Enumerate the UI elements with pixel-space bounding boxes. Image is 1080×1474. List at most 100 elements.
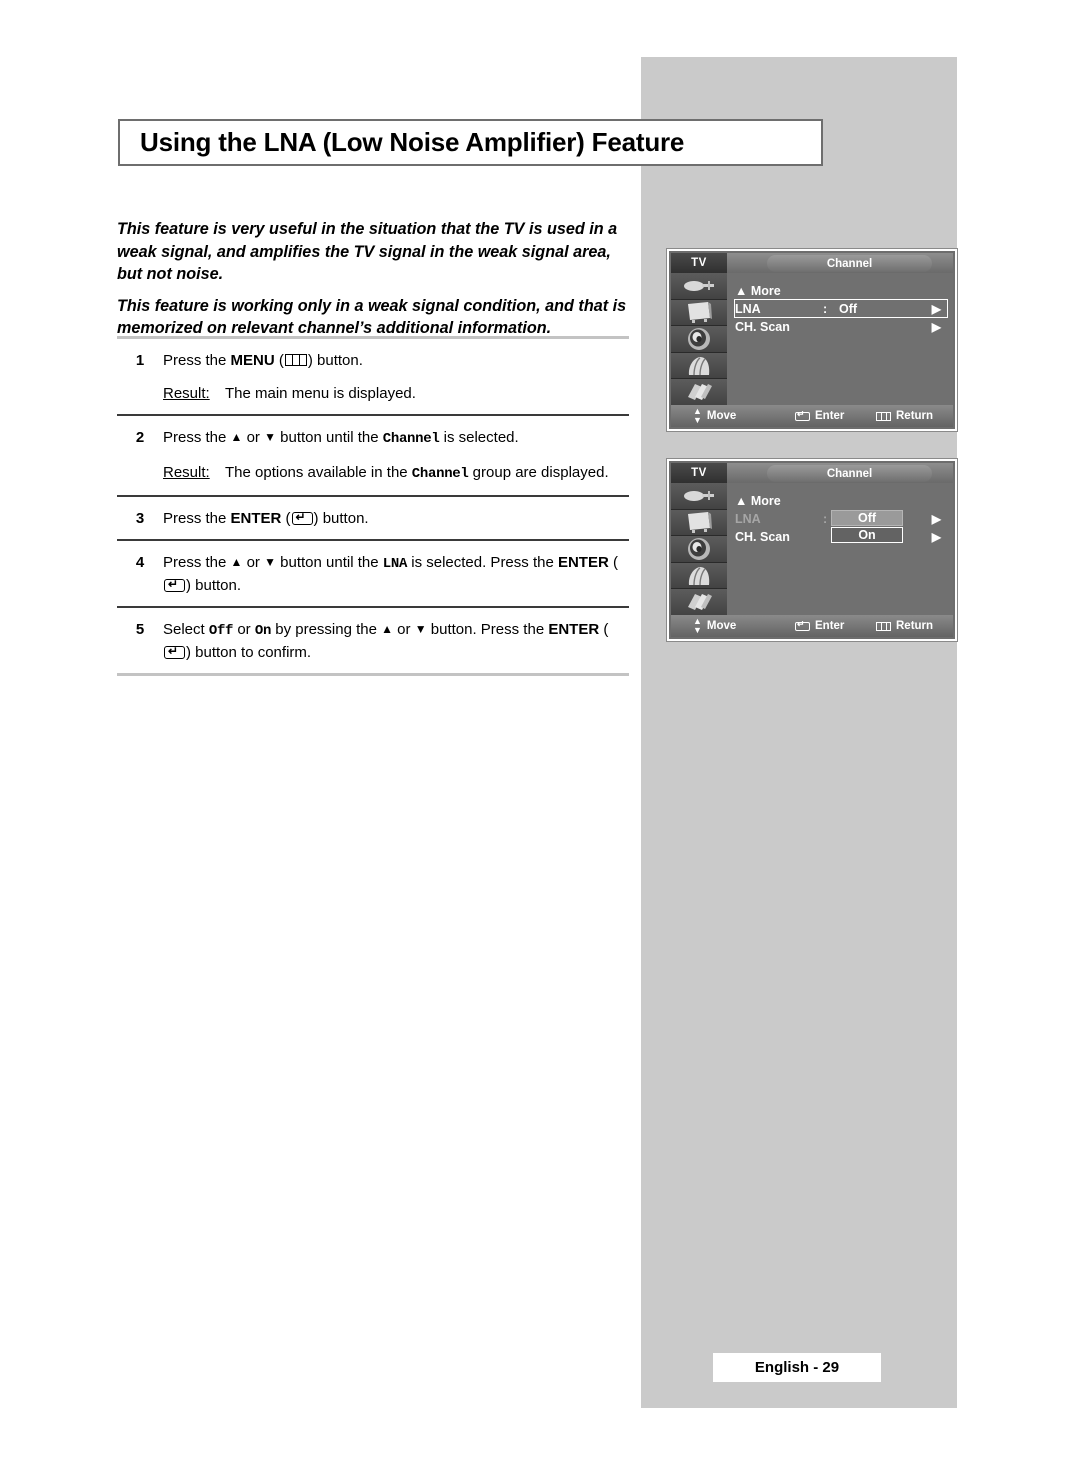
step-4-text-b: button until the <box>276 554 383 571</box>
osd2-sidebar-item-picture[interactable] <box>671 509 727 537</box>
step-4-text-e: ) button. <box>186 577 242 594</box>
osd1-source-label: TV <box>671 253 727 273</box>
osd2-footer-move: ▲ ▼ Move <box>693 617 736 635</box>
step-4-number: 4 <box>135 554 145 571</box>
osd2-body: ▲ More LNA : ▶ CH. Scan ▶ Off On <box>727 483 953 615</box>
step-2-channel-keyword: Channel <box>382 431 440 447</box>
osd2-option-off[interactable]: Off <box>831 510 903 526</box>
up-down-arrows-icon: ▲ ▼ <box>693 616 702 635</box>
step-4-text-c: is selected. Press the <box>407 554 558 571</box>
up-down-arrows-icon: ▲ ▼ <box>693 406 702 425</box>
osd2-row-more[interactable]: ▲ More <box>735 492 947 509</box>
step-5-or: or <box>393 621 415 638</box>
step-3-text-a: Press the <box>163 510 231 527</box>
step-3: 3 Press the ENTER () button. <box>117 497 629 539</box>
osd-screenshot-lna-options: TV Channel ▲ More LNA: ▶ CH. Scan ▶ Off… <box>667 459 957 641</box>
right-arrow-icon: ▶ <box>931 511 941 526</box>
antenna-plug-icon <box>682 488 716 504</box>
hand-setup-icon <box>685 565 713 587</box>
up-arrow-icon: ▲ <box>230 430 243 444</box>
step-1-text-a: Press the <box>163 352 231 369</box>
step-2-instruction: Press the ▲ or ▼ button until the Channe… <box>163 427 629 450</box>
osd2-sidebar-item-sound[interactable] <box>671 536 727 563</box>
step-2: 2 Press the ▲ or ▼ button until the Chan… <box>117 416 629 495</box>
osd2-row-lna-colon: : <box>823 511 828 526</box>
right-arrow-icon: ▶ <box>931 301 941 316</box>
osd1-sidebar-item-input[interactable] <box>671 273 727 300</box>
osd1-sidebar-item-sound[interactable] <box>671 326 727 353</box>
osd2-footer-move-label: Move <box>706 620 737 632</box>
speaker-icon <box>686 327 712 351</box>
intro-paragraph-1: This feature is very useful in the situa… <box>117 220 618 283</box>
osd1-sidebar <box>671 273 727 405</box>
osd2-sidebar-item-setup[interactable] <box>671 562 727 590</box>
osd1-footer-return-label: Return <box>896 410 934 422</box>
up-arrow-icon: ▲ <box>230 555 243 569</box>
step-5-text-e: ( <box>599 621 609 638</box>
step-1-result-text: The main menu is displayed. <box>225 385 416 402</box>
osd1-footer-move: ▲ ▼ Move <box>693 407 736 425</box>
osd1-footer-move-label: Move <box>706 410 737 422</box>
osd1-row-ch-scan[interactable]: CH. Scan ▶ <box>735 318 947 335</box>
osd2-sidebar-item-input[interactable] <box>671 483 727 510</box>
osd1-sidebar-item-setup[interactable] <box>671 352 727 380</box>
right-arrow-icon: ▶ <box>931 529 941 544</box>
step-1-menu-keyword: MENU <box>230 352 275 369</box>
cards-icon <box>685 381 713 403</box>
step-3-instruction: Press the ENTER () button. <box>163 508 629 529</box>
osd1-tab-channel[interactable]: Channel <box>767 255 932 272</box>
step-2-or: or <box>242 429 265 446</box>
osd1-row-more[interactable]: ▲ More <box>735 282 947 299</box>
osd2-row-lna-label: LNA <box>735 511 761 526</box>
step-4-text-a: Press the <box>163 554 231 571</box>
step-2-result-channel-keyword: Channel <box>411 466 469 482</box>
step-5-text-c: by pressing the <box>271 621 382 638</box>
step-1-instruction: Press the MENU () button. <box>163 350 629 371</box>
osd1-row-more-label: ▲ More <box>735 283 781 298</box>
step-3-number: 3 <box>135 510 145 527</box>
osd1-row-lna-value: Off <box>839 301 858 316</box>
osd1-row-lna[interactable]: LNA : Off ▶ <box>734 299 948 318</box>
osd2-topbar: TV Channel <box>671 463 953 483</box>
tv-set-icon <box>684 511 714 534</box>
step-1-number: 1 <box>135 352 145 369</box>
step-4-instruction: Press the ▲ or ▼ button until the LNA is… <box>163 552 629 596</box>
step-5-on-keyword: On <box>254 623 272 639</box>
speaker-icon <box>686 537 712 561</box>
page-title: Using the LNA (Low Noise Amplifier) Feat… <box>140 127 685 157</box>
step-1: 1 Press the MENU () button. Result: The … <box>117 339 629 414</box>
step-3-enter-keyword: ENTER <box>230 510 282 527</box>
osd1-row-ch-scan-label: CH. Scan <box>735 319 790 334</box>
osd2-footer-return-label: Return <box>896 620 934 632</box>
step-5-text-d: button. Press the <box>426 621 549 638</box>
step-3-text-b: ( <box>281 510 291 527</box>
down-arrow-icon: ▼ <box>264 430 276 444</box>
step-5-text-b: or <box>233 621 255 638</box>
menu-icon <box>284 354 307 366</box>
enter-icon <box>164 646 185 659</box>
osd1-footer-enter-label: Enter <box>815 410 845 422</box>
step-4: 4 Press the ▲ or ▼ button until the LNA … <box>117 541 629 606</box>
step-1-result-label: Result: <box>163 385 210 402</box>
step-4-text-d: ( <box>608 554 618 571</box>
intro-paragraph-2: This feature is working only in a weak s… <box>117 296 627 338</box>
intro-section: This feature is very useful in the situa… <box>117 218 629 349</box>
osd2-sidebar-item-pip[interactable] <box>671 589 727 615</box>
down-arrow-icon: ▼ <box>264 555 276 569</box>
osd2-row-more-label: ▲ More <box>735 493 781 508</box>
step-2-text-c: is selected. <box>439 429 519 446</box>
page-title-box: Using the LNA (Low Noise Amplifier) Feat… <box>118 119 823 166</box>
osd1-sidebar-item-pip[interactable] <box>671 379 727 405</box>
osd1-body: ▲ More LNA : Off ▶ CH. Scan ▶ <box>727 273 953 405</box>
osd2-option-on[interactable]: On <box>831 527 903 543</box>
osd1-row-lna-label: LNA <box>735 301 761 316</box>
osd1-footer: ▲▼ Move Enter Return <box>671 405 953 427</box>
step-2-text-a: Press the <box>163 429 231 446</box>
step-1-result: Result: The main menu is displayed. <box>163 383 629 404</box>
step-4-enter-keyword: ENTER <box>557 554 609 571</box>
osd1-footer-enter: Enter <box>795 409 845 422</box>
osd2-tab-channel[interactable]: Channel <box>767 465 932 482</box>
step-5-enter-keyword: ENTER <box>548 621 600 638</box>
osd1-sidebar-item-picture[interactable] <box>671 299 727 327</box>
menu-icon <box>876 411 891 421</box>
